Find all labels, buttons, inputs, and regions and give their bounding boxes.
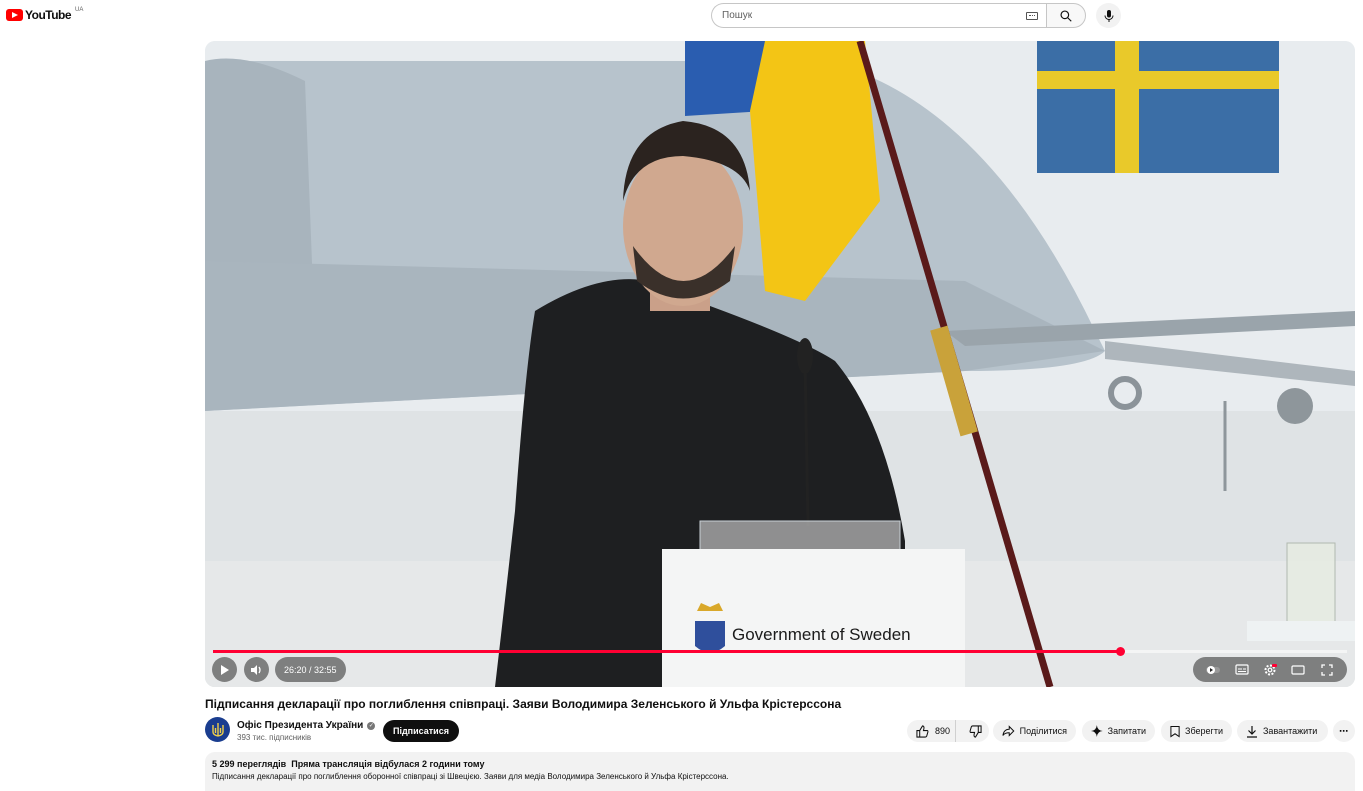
search-box[interactable] xyxy=(711,3,1046,28)
description-text: Підписання декларації про поглиблення об… xyxy=(212,772,729,781)
search-bar xyxy=(711,3,1086,28)
search-icon xyxy=(1060,9,1072,22)
thumbs-up-icon xyxy=(916,724,929,738)
share-label: Поділитися xyxy=(1019,726,1067,736)
download-icon xyxy=(1247,725,1257,738)
subtitles-icon[interactable] xyxy=(1234,662,1250,678)
ask-button[interactable]: Запитати xyxy=(1082,720,1155,742)
video-frame: Government of Sweden xyxy=(205,41,1355,687)
mute-button[interactable] xyxy=(244,657,269,682)
subscriber-count: 393 тис. підписників xyxy=(237,733,312,742)
search-button[interactable] xyxy=(1046,3,1086,28)
ask-label: Запитати xyxy=(1107,726,1146,736)
progress-bar[interactable] xyxy=(213,647,1347,656)
play-button[interactable] xyxy=(212,657,237,682)
view-count: 5 299 переглядів xyxy=(212,759,287,769)
trident-icon xyxy=(211,722,224,737)
bookmark-icon xyxy=(1170,725,1180,737)
play-icon xyxy=(220,664,229,675)
time-display: 26:20 / 32:55 xyxy=(275,657,346,682)
volume-icon xyxy=(251,664,261,675)
share-button[interactable]: Поділитися xyxy=(993,720,1076,742)
sparkle-icon xyxy=(1091,725,1103,737)
youtube-logo[interactable]: YouTube UA xyxy=(6,7,84,22)
like-count: 890 xyxy=(935,726,951,736)
download-button[interactable]: Завантажити xyxy=(1237,720,1328,742)
description-meta: 5 299 переглядів Пряма трансляція відбул… xyxy=(212,759,1348,769)
stream-info: Пряма трансляція відбулася 2 години тому xyxy=(291,759,485,769)
share-icon xyxy=(1002,725,1015,737)
search-input[interactable] xyxy=(722,10,1002,21)
right-controls xyxy=(1193,657,1347,682)
save-button[interactable]: Зберегти xyxy=(1161,720,1232,742)
dislike-button[interactable] xyxy=(961,720,989,742)
more-actions-button[interactable]: ⋯ xyxy=(1333,720,1355,742)
more-icon: ⋯ xyxy=(1339,725,1349,736)
download-label: Завантажити xyxy=(1263,726,1318,736)
settings-icon[interactable] xyxy=(1262,662,1278,678)
theater-mode-icon[interactable] xyxy=(1290,662,1306,678)
video-title: Підписання декларації про поглиблення сп… xyxy=(205,697,842,711)
logo-text: YouTube xyxy=(25,8,72,22)
autoplay-toggle-icon[interactable] xyxy=(1205,662,1221,678)
description-box[interactable]: 5 299 переглядів Пряма трансляція відбул… xyxy=(205,752,1355,791)
channel-name-text[interactable]: Офіс Президента України xyxy=(237,720,363,731)
country-code: UA xyxy=(75,7,84,13)
voice-search-button[interactable] xyxy=(1096,3,1121,28)
masthead: YouTube UA xyxy=(0,0,1363,32)
microphone-icon xyxy=(1104,9,1113,22)
channel-avatar[interactable] xyxy=(205,717,230,742)
youtube-logo-icon xyxy=(6,9,23,21)
save-label: Зберегти xyxy=(1185,726,1223,736)
channel-name[interactable]: Офіс Президента України ✓ xyxy=(237,720,376,731)
verified-badge-icon: ✓ xyxy=(367,721,376,730)
thumbs-down-icon xyxy=(969,724,982,738)
podium-sign-text: Government of Sweden xyxy=(732,625,911,644)
progress-played xyxy=(213,650,1121,653)
subscribe-button[interactable]: Підписатися xyxy=(383,720,459,742)
keyboard-icon[interactable] xyxy=(1026,12,1038,20)
video-player[interactable]: Government of Sweden 26:20 / 32:55 xyxy=(205,41,1355,687)
fullscreen-icon[interactable] xyxy=(1319,662,1335,678)
like-button[interactable]: 890 xyxy=(907,720,957,742)
like-dislike-group: 890 xyxy=(907,720,989,742)
